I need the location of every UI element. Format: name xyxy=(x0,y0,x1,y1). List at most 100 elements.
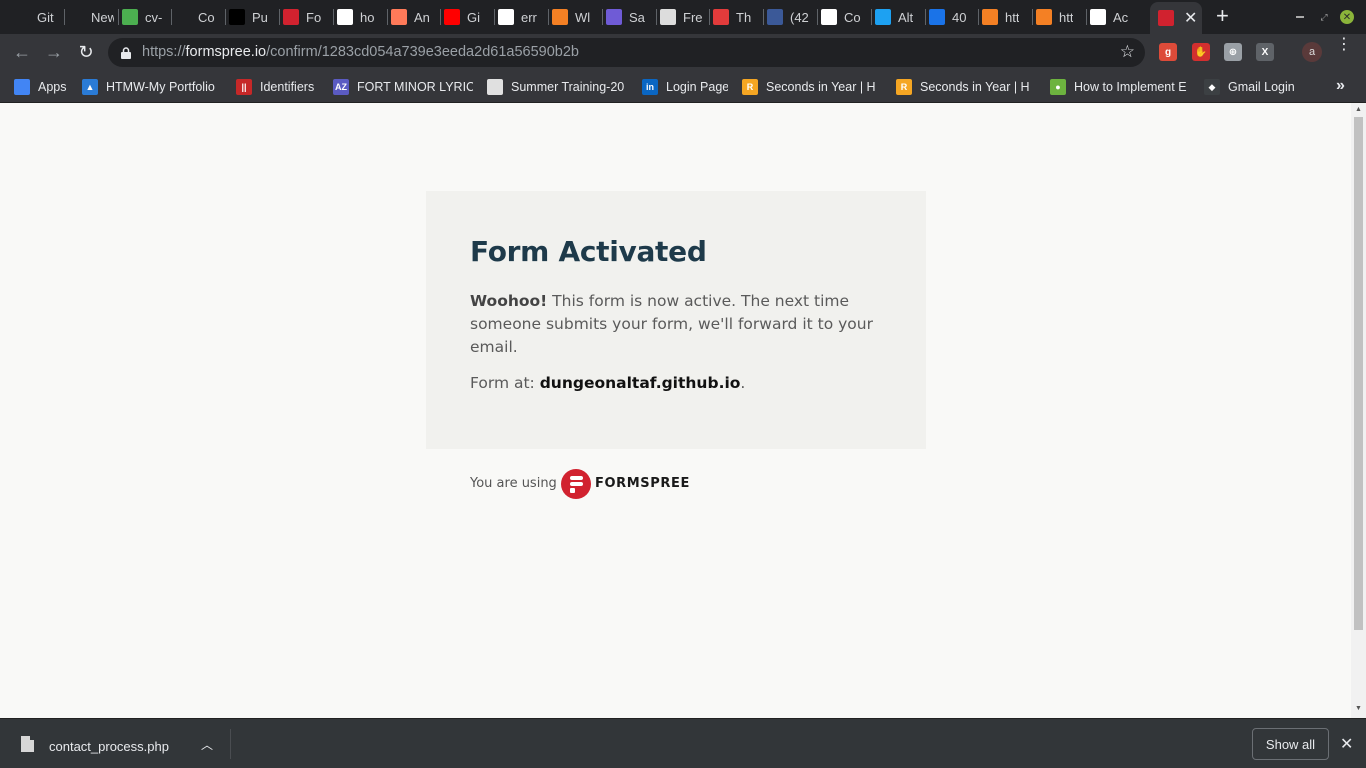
tab[interactable]: htt xyxy=(1036,3,1082,31)
scroll-thumb[interactable] xyxy=(1354,117,1363,630)
tab-title: (42 xyxy=(790,9,809,25)
gmail-login-icon: ◆ xyxy=(1204,79,1220,95)
tab-title: Wl xyxy=(575,9,591,25)
tab-separator xyxy=(279,9,280,25)
url-text[interactable]: https://formspree.io/confirm/1283cd054a7… xyxy=(142,44,579,60)
tab[interactable]: 40 xyxy=(929,3,975,31)
facebook-icon xyxy=(767,9,783,25)
doc-icon xyxy=(487,79,503,95)
formspree-logo-icon[interactable] xyxy=(561,469,591,499)
using-label: You are using xyxy=(470,476,557,491)
window-maximize-button[interactable]: ⤢ xyxy=(1316,9,1332,25)
github-icon xyxy=(14,9,30,25)
profile-avatar[interactable]: a xyxy=(1302,42,1322,62)
tab[interactable]: An xyxy=(391,3,437,31)
woohoo-text: Woohoo! xyxy=(470,292,548,310)
tab[interactable]: Wl xyxy=(552,3,598,31)
tab[interactable]: err xyxy=(498,3,544,31)
form-location: Form at: dungeonaltaf.github.io. xyxy=(470,374,745,392)
tab[interactable]: Co xyxy=(175,3,221,31)
tab[interactable]: (42 xyxy=(767,3,813,31)
bookmark-item[interactable]: in Login Page xyxy=(642,77,728,97)
globe-ext-icon[interactable]: ⊕ xyxy=(1224,43,1242,61)
tab[interactable]: Gi xyxy=(444,3,490,31)
tab-separator xyxy=(440,9,441,25)
scroll-up-arrow-icon[interactable]: ▲ xyxy=(1355,106,1362,113)
download-bar-close-icon[interactable]: ✕ xyxy=(1340,734,1353,754)
window-close-button[interactable]: ✕ xyxy=(1340,10,1354,24)
bookmark-label: Summer Training-20 xyxy=(511,80,625,94)
tab[interactable]: cv- xyxy=(122,3,168,31)
tab-close-icon[interactable]: ✕ xyxy=(1184,8,1197,28)
bookmark-label: Seconds in Year | H xyxy=(920,80,1030,94)
tab-title: err xyxy=(521,9,537,25)
bookmark-item[interactable]: || Identifiers xyxy=(236,77,322,97)
tab-title: 40 xyxy=(952,9,967,25)
tab-separator xyxy=(602,9,603,25)
form-domain: dungeonaltaf.github.io xyxy=(539,374,741,392)
tab-title: cv- xyxy=(145,9,163,25)
apps-grid-icon xyxy=(14,79,30,95)
youtube-icon xyxy=(444,9,460,25)
active-tab[interactable]: ✕ xyxy=(1150,2,1202,34)
stackoverflow-icon xyxy=(1036,9,1052,25)
tab[interactable]: Ac xyxy=(1090,3,1136,31)
bookmark-item[interactable]: Apps xyxy=(14,77,70,97)
bookmark-item[interactable]: R Seconds in Year | H xyxy=(742,77,882,97)
tab[interactable]: ho xyxy=(337,3,383,31)
bookmark-item[interactable]: ● How to Implement E xyxy=(1050,77,1190,97)
bookmarks-overflow-icon[interactable]: » xyxy=(1336,77,1345,95)
bookmark-item[interactable]: R Seconds in Year | H xyxy=(896,77,1036,97)
formspree-brand-name[interactable]: FORMSPREE xyxy=(595,476,690,491)
red-circle-icon xyxy=(713,9,729,25)
back-button[interactable]: ← xyxy=(10,40,34,64)
tab[interactable]: Sa xyxy=(606,3,652,31)
bookmark-item[interactable]: ▲ HTMW-My Portfolio xyxy=(82,77,220,97)
google-icon xyxy=(337,9,353,25)
tab[interactable]: Fo xyxy=(283,3,329,31)
x-ext-icon[interactable]: X xyxy=(1256,43,1274,61)
tab[interactable]: New Ta xyxy=(68,3,114,31)
page-scrollbar[interactable]: ▲ ▼ xyxy=(1351,103,1366,718)
formspree-tab-icon xyxy=(1158,10,1174,26)
bookmarks-bar: Apps ▲ HTMW-My Portfolio || Identifiers AZ FOR… xyxy=(0,71,1366,103)
forward-button[interactable]: → xyxy=(42,40,66,64)
r-icon: R xyxy=(742,79,758,95)
grid-icon xyxy=(660,9,676,25)
bookmark-label: HTMW-My Portfolio xyxy=(106,80,215,94)
new-tab-button[interactable]: + xyxy=(1216,5,1229,27)
tab-separator xyxy=(118,9,119,25)
formspree-icon xyxy=(283,9,299,25)
bookmark-label: Identifiers xyxy=(260,80,315,94)
cv-leaf-icon xyxy=(122,9,138,25)
address-bar[interactable]: https://formspree.io/confirm/1283cd054a7… xyxy=(108,38,1145,67)
bookmark-item[interactable]: Summer Training-20 xyxy=(487,77,627,97)
url-path: /confirm/1283cd054a739e3eeda2d61a56590b2… xyxy=(266,44,579,60)
window-minimize-button[interactable] xyxy=(1292,9,1308,25)
tab[interactable]: htt xyxy=(982,3,1028,31)
browser-menu-icon[interactable]: ⋮ xyxy=(1336,37,1352,53)
download-filename[interactable]: contact_process.php xyxy=(49,739,169,754)
tab-separator xyxy=(925,9,926,25)
tab-title: Fo xyxy=(306,9,322,25)
tab[interactable]: Co xyxy=(821,3,867,31)
chevron-up-icon[interactable]: ︿ xyxy=(201,736,213,753)
reload-button[interactable]: ↻ xyxy=(74,40,98,64)
adblock-ext-icon[interactable]: ✋ xyxy=(1192,43,1210,61)
bookmark-item[interactable]: ◆ Gmail Login xyxy=(1204,77,1300,97)
show-all-button[interactable]: Show all xyxy=(1252,728,1329,760)
tab-title: Fre xyxy=(683,9,703,25)
google-plus-ext-icon[interactable]: g xyxy=(1159,43,1177,61)
bookmark-star-icon[interactable]: ☆ xyxy=(1120,42,1135,62)
github-icon xyxy=(175,9,191,25)
bookmark-item[interactable]: AZ FORT MINOR LYRICS xyxy=(333,77,473,97)
medium-icon xyxy=(229,9,245,25)
tab[interactable]: Fre xyxy=(660,3,706,31)
tab[interactable]: Pu xyxy=(229,3,275,31)
leaf-icon: ● xyxy=(1050,79,1066,95)
tab[interactable]: Alt xyxy=(875,3,921,31)
scroll-down-arrow-icon[interactable]: ▼ xyxy=(1355,705,1362,712)
page-content: Form Activated Woohoo! This form is now … xyxy=(0,103,1351,718)
tab[interactable]: Git xyxy=(14,3,60,31)
tab[interactable]: Th xyxy=(713,3,759,31)
